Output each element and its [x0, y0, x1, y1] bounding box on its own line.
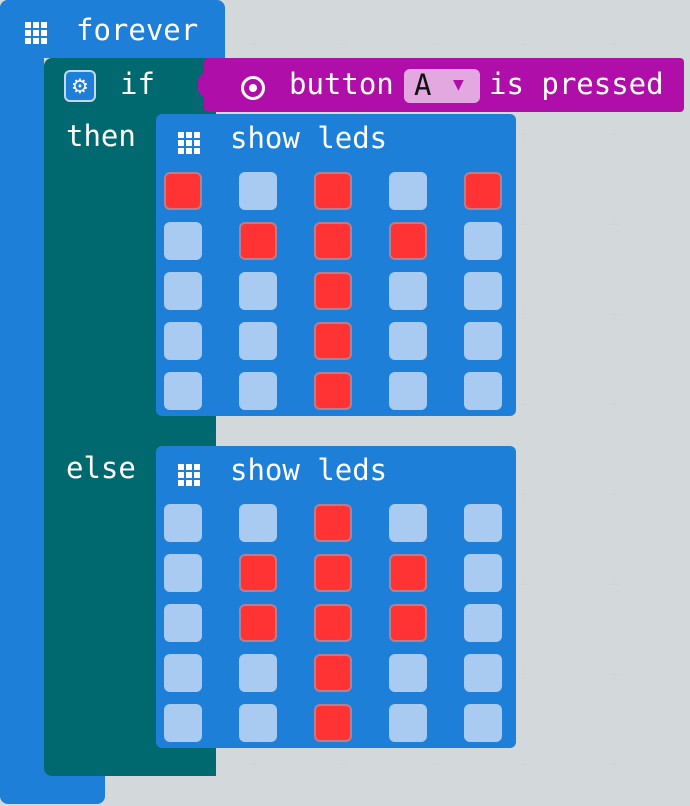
gear-icon[interactable]: ⚙ — [64, 70, 96, 102]
led-on[interactable] — [389, 554, 427, 592]
forever-label: forever — [76, 13, 199, 47]
else-label: else — [66, 451, 136, 485]
condition-prefix: button — [289, 67, 394, 101]
led-off[interactable] — [389, 272, 427, 310]
led-on[interactable] — [389, 222, 427, 260]
then-label: then — [66, 119, 136, 153]
led-off[interactable] — [239, 172, 277, 210]
led-off[interactable] — [389, 704, 427, 742]
show-leds-grid-icon — [178, 464, 200, 486]
led-off[interactable] — [239, 704, 277, 742]
then-show-leds-block[interactable]: show leds — [156, 114, 516, 416]
led-on[interactable] — [314, 654, 352, 692]
chevron-down-icon: ▼ — [453, 77, 464, 93]
led-off[interactable] — [464, 372, 502, 410]
led-off[interactable] — [464, 222, 502, 260]
led-off[interactable] — [164, 654, 202, 692]
grid-plus-mark — [518, 398, 530, 410]
grid-plus-mark — [608, 38, 620, 50]
grid-plus-mark — [608, 758, 620, 770]
led-on[interactable] — [314, 504, 352, 542]
led-off[interactable] — [164, 704, 202, 742]
led-off[interactable] — [464, 554, 502, 592]
led-on[interactable] — [239, 554, 277, 592]
led-off[interactable] — [164, 604, 202, 642]
led-off[interactable] — [389, 372, 427, 410]
grid-plus-mark — [608, 488, 620, 500]
forever-grid-icon — [25, 22, 47, 44]
grid-plus-mark — [608, 128, 620, 140]
radio-icon — [241, 76, 265, 100]
led-off[interactable] — [389, 322, 427, 360]
led-off[interactable] — [389, 654, 427, 692]
grid-plus-mark — [608, 578, 620, 590]
if-label: if — [120, 67, 155, 101]
led-on[interactable] — [314, 172, 352, 210]
show-leds-grid-icon — [178, 132, 200, 154]
led-on[interactable] — [239, 222, 277, 260]
led-on[interactable] — [314, 554, 352, 592]
led-off[interactable] — [239, 372, 277, 410]
then-led-grid — [164, 172, 502, 410]
led-off[interactable] — [164, 554, 202, 592]
led-off[interactable] — [464, 654, 502, 692]
led-on[interactable] — [314, 372, 352, 410]
led-off[interactable] — [389, 504, 427, 542]
led-off[interactable] — [239, 322, 277, 360]
grid-plus-mark — [518, 128, 530, 140]
led-on[interactable] — [314, 272, 352, 310]
grid-plus-mark — [518, 488, 530, 500]
led-off[interactable] — [464, 604, 502, 642]
button-dropdown-value: A — [414, 68, 432, 102]
led-on[interactable] — [314, 604, 352, 642]
led-on[interactable] — [389, 604, 427, 642]
led-off[interactable] — [389, 172, 427, 210]
led-on[interactable] — [164, 172, 202, 210]
grid-plus-mark — [518, 668, 530, 680]
else-show-leds-block[interactable]: show leds — [156, 446, 516, 748]
then-show-leds-label: show leds — [230, 121, 388, 155]
grid-plus-mark — [608, 218, 620, 230]
grid-plus-mark — [518, 38, 530, 50]
grid-plus-mark — [428, 38, 440, 50]
led-on[interactable] — [314, 222, 352, 260]
led-off[interactable] — [164, 504, 202, 542]
led-on[interactable] — [464, 172, 502, 210]
led-off[interactable] — [464, 272, 502, 310]
grid-plus-mark — [518, 758, 530, 770]
grid-plus-mark — [248, 758, 260, 770]
grid-plus-mark — [248, 38, 260, 50]
forever-block-arm[interactable] — [0, 0, 44, 796]
grid-plus-mark — [428, 758, 440, 770]
led-off[interactable] — [464, 504, 502, 542]
led-off[interactable] — [239, 654, 277, 692]
grid-plus-mark — [608, 398, 620, 410]
led-off[interactable] — [464, 704, 502, 742]
led-off[interactable] — [164, 322, 202, 360]
led-off[interactable] — [464, 322, 502, 360]
grid-plus-mark — [518, 218, 530, 230]
grid-plus-mark — [518, 308, 530, 320]
led-off[interactable] — [239, 504, 277, 542]
led-off[interactable] — [164, 272, 202, 310]
grid-plus-mark — [518, 578, 530, 590]
else-show-leds-label: show leds — [230, 453, 388, 487]
else-led-grid — [164, 504, 502, 742]
condition-suffix: is pressed — [489, 67, 664, 101]
led-off[interactable] — [164, 372, 202, 410]
grid-plus-mark — [338, 758, 350, 770]
led-on[interactable] — [314, 704, 352, 742]
grid-plus-mark — [608, 668, 620, 680]
led-off[interactable] — [239, 272, 277, 310]
grid-plus-mark — [608, 308, 620, 320]
led-off[interactable] — [164, 222, 202, 260]
led-on[interactable] — [239, 604, 277, 642]
led-on[interactable] — [314, 322, 352, 360]
grid-plus-mark — [338, 38, 350, 50]
